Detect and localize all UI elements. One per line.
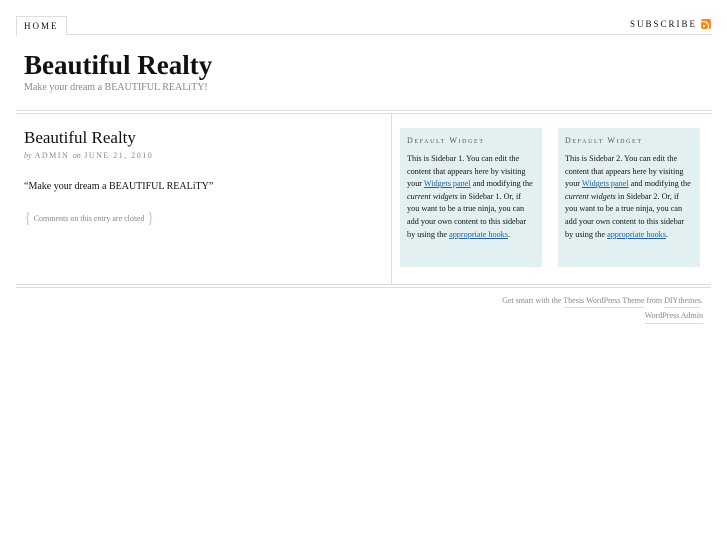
widget-text: This is Sidebar 2. You can edit the cont… xyxy=(565,154,691,239)
post-content: “Make your dream a BEAUTIFUL REALiTY” xyxy=(24,181,214,192)
site-title[interactable]: Beautiful Realty xyxy=(24,50,212,80)
post-date: JUNE 21, 2010 xyxy=(84,151,154,160)
widget-heading: Default Widget xyxy=(407,136,485,145)
widgets-panel-link[interactable]: Widgets panel xyxy=(582,179,629,188)
wordpress-admin-link[interactable]: WordPress Admin xyxy=(644,311,703,324)
footer-credit: Get smart with the Thesis WordPress Them… xyxy=(502,296,703,308)
site-tagline: Make your dream a BEAUTIFUL REALiTY! xyxy=(24,82,208,93)
appropriate-hooks-link[interactable]: appropriate hooks xyxy=(607,230,666,239)
sidebar-1-widget: Default Widget This is Sidebar 1. You ca… xyxy=(400,128,542,267)
nav-home-tab[interactable]: HOME xyxy=(16,16,67,36)
widgets-panel-link[interactable]: Widgets panel xyxy=(424,179,471,188)
widget-heading: Default Widget xyxy=(565,136,643,145)
byline-on: on xyxy=(72,151,81,160)
appropriate-hooks-link[interactable]: appropriate hooks xyxy=(449,230,508,239)
post-author[interactable]: ADMIN xyxy=(35,151,70,160)
sidebar-2-widget: Default Widget This is Sidebar 2. You ca… xyxy=(558,128,700,267)
left-brace: { xyxy=(24,210,32,228)
thesis-theme-link[interactable]: Thesis WordPress Theme xyxy=(563,296,645,308)
post-byline: by ADMIN on JUNE 21, 2010 xyxy=(24,151,153,161)
right-brace: } xyxy=(146,210,155,228)
post-title[interactable]: Beautiful Realty xyxy=(24,128,136,148)
comments-closed-notice: { Comments on this entry are closed } xyxy=(24,211,154,227)
site-header: Beautiful Realty Make your dream a BEAUT… xyxy=(24,50,212,94)
top-nav: HOME SUBSCRIBE xyxy=(16,0,711,36)
diythemes-link[interactable]: DIYthemes xyxy=(664,296,701,308)
rss-icon[interactable] xyxy=(701,19,711,29)
site-footer: Get smart with the Thesis WordPress Them… xyxy=(502,296,703,324)
subscribe-link[interactable]: SUBSCRIBE xyxy=(630,17,711,31)
widget-text: This is Sidebar 1. You can edit the cont… xyxy=(407,154,533,239)
byline-by: by xyxy=(24,151,32,160)
comments-text: Comments on this entry are closed xyxy=(33,214,145,223)
footer-divider xyxy=(16,284,711,288)
content-divider xyxy=(391,113,392,284)
subscribe-label: SUBSCRIBE xyxy=(629,19,697,29)
header-divider xyxy=(16,110,711,114)
